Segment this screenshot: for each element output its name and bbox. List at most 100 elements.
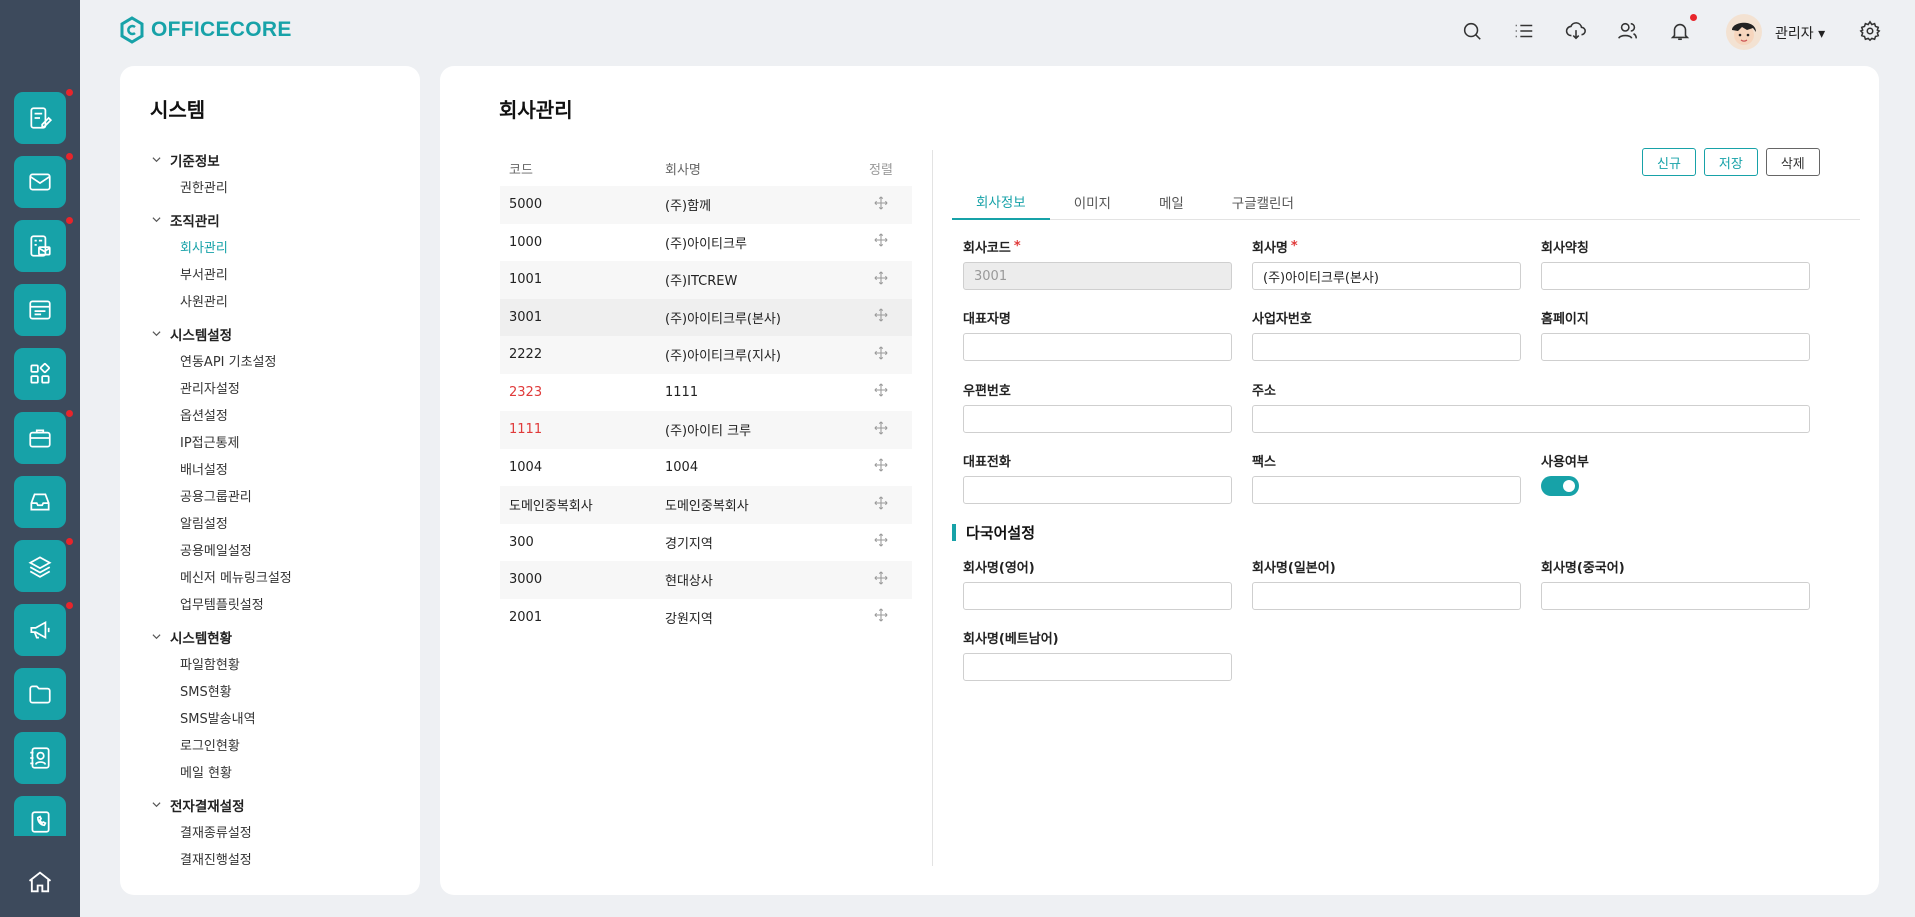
new-button[interactable]: 신규 xyxy=(1642,148,1696,176)
use-yn-toggle[interactable] xyxy=(1541,476,1579,496)
home-icon[interactable] xyxy=(22,864,58,900)
company-abbr-input[interactable] xyxy=(1541,262,1810,290)
sidebar-item-template[interactable]: 업무템플릿설정 xyxy=(150,590,292,617)
sidebar-item-sms-history[interactable]: SMS발송내역 xyxy=(150,704,292,731)
list-icon[interactable] xyxy=(1512,19,1536,43)
business-no-input[interactable] xyxy=(1252,333,1521,361)
table-row[interactable]: 3001 (주)아이티크루(본사) xyxy=(500,298,912,336)
table-row[interactable]: 1004 1004 xyxy=(500,449,912,487)
sidebar-item-department[interactable]: 부서관리 xyxy=(150,260,292,287)
cell-code: 1000 xyxy=(509,234,543,250)
name-ja-input[interactable] xyxy=(1252,582,1521,610)
avatar[interactable] xyxy=(1726,14,1762,50)
column-header-name[interactable]: 회사명 xyxy=(665,159,850,178)
layers-icon[interactable] xyxy=(14,540,66,592)
address-input[interactable] xyxy=(1252,405,1810,433)
table-row[interactable]: 3000 현대상사 xyxy=(500,561,912,599)
apps-icon[interactable] xyxy=(14,348,66,400)
tab-mail[interactable]: 메일 xyxy=(1135,184,1208,220)
user-menu[interactable]: 관리자 ▾ xyxy=(1775,23,1825,43)
folder-icon[interactable] xyxy=(14,668,66,720)
sidebar-item-api[interactable]: 연동API 기초설정 xyxy=(150,347,292,374)
table-body: 5000 (주)함께 1000 (주)아이티크루 1001 (주)ITCREW 3001 (주… xyxy=(500,186,912,636)
table-row[interactable]: 2001 강원지역 xyxy=(500,599,912,637)
table-row[interactable]: 1111 (주)아이티 크루 xyxy=(500,411,912,449)
sidebar-item-options[interactable]: 옵션설정 xyxy=(150,401,292,428)
name-zh-input[interactable] xyxy=(1541,582,1810,610)
table-row[interactable]: 5000 (주)함께 xyxy=(500,186,912,224)
move-icon[interactable] xyxy=(874,271,888,285)
move-icon[interactable] xyxy=(874,421,888,435)
table-row[interactable]: 도메인중복회사 도메인중복회사 xyxy=(500,486,912,524)
delete-button[interactable]: 삭제 xyxy=(1765,148,1820,176)
rail-badge xyxy=(66,153,73,160)
table-row[interactable]: 300 경기지역 xyxy=(500,524,912,562)
sidebar-item-employee[interactable]: 사원관리 xyxy=(150,287,292,314)
inbox-icon[interactable] xyxy=(14,476,66,528)
cloud-download-icon[interactable] xyxy=(1564,19,1588,43)
move-icon[interactable] xyxy=(874,496,888,510)
name-vi-input[interactable] xyxy=(963,653,1232,681)
homepage-input[interactable] xyxy=(1541,333,1810,361)
table-row[interactable]: 1000 (주)아이티크루 xyxy=(500,224,912,262)
sidebar-item-shared-mail[interactable]: 공용메일설정 xyxy=(150,536,292,563)
move-icon[interactable] xyxy=(874,458,888,472)
megaphone-icon[interactable] xyxy=(14,604,66,656)
mail-icon[interactable] xyxy=(14,156,66,208)
fax-input[interactable] xyxy=(1252,476,1521,504)
users-icon[interactable] xyxy=(1616,19,1640,43)
search-icon[interactable] xyxy=(1460,19,1484,43)
name-en-input[interactable] xyxy=(963,582,1232,610)
tab-image[interactable]: 이미지 xyxy=(1050,184,1135,220)
sidebar-item-banner[interactable]: 배너설정 xyxy=(150,455,292,482)
sidebar-group-settings[interactable]: 시스템설정 xyxy=(150,320,292,347)
sidebar-group-status[interactable]: 시스템현황 xyxy=(150,623,292,650)
contacts-icon[interactable] xyxy=(14,732,66,784)
table-row[interactable]: 2222 (주)아이티크루(지사) xyxy=(500,336,912,374)
move-icon[interactable] xyxy=(874,533,888,547)
company-name-input[interactable]: (주)아이티크루(본사) xyxy=(1252,262,1521,290)
sidebar-item-alert[interactable]: 알림설정 xyxy=(150,509,292,536)
sidebar-item-admin[interactable]: 관리자설정 xyxy=(150,374,292,401)
sidebar-item-permissions[interactable]: 권한관리 xyxy=(150,173,292,200)
cell-code: 1004 xyxy=(509,459,543,475)
cell-name: 1004 xyxy=(665,459,699,475)
sidebar-item-shared-group[interactable]: 공용그룹관리 xyxy=(150,482,292,509)
ceo-name-input[interactable] xyxy=(963,333,1232,361)
sidebar-item-approval-type[interactable]: 결재종류설정 xyxy=(150,818,292,845)
sidebar-group-approval[interactable]: 전자결재설정 xyxy=(150,791,292,818)
move-icon[interactable] xyxy=(874,233,888,247)
approval-icon[interactable] xyxy=(14,220,66,272)
move-icon[interactable] xyxy=(874,346,888,360)
tab-google-calendar[interactable]: 구글캘린더 xyxy=(1208,184,1318,220)
sidebar-item-approval-flow[interactable]: 결재진행설정 xyxy=(150,845,292,872)
sidebar-item-messenger-link[interactable]: 메신저 메뉴링크설정 xyxy=(150,563,292,590)
sidebar-item-company[interactable]: 회사관리 xyxy=(150,233,292,260)
sidebar-item-sms[interactable]: SMS현황 xyxy=(150,677,292,704)
column-header-sort[interactable]: 정렬 xyxy=(850,159,912,178)
sidebar-item-login[interactable]: 로그인현황 xyxy=(150,731,292,758)
move-icon[interactable] xyxy=(874,571,888,585)
briefcase-icon[interactable] xyxy=(14,412,66,464)
sidebar-group-org[interactable]: 조직관리 xyxy=(150,206,292,233)
table-row[interactable]: 2323 1111 xyxy=(500,374,912,412)
save-button[interactable]: 저장 xyxy=(1703,148,1758,176)
tab-company-info[interactable]: 회사정보 xyxy=(952,184,1050,220)
board-icon[interactable] xyxy=(14,284,66,336)
move-icon[interactable] xyxy=(874,308,888,322)
table-row[interactable]: 1001 (주)ITCREW xyxy=(500,261,912,299)
move-icon[interactable] xyxy=(874,196,888,210)
phone-input[interactable] xyxy=(963,476,1232,504)
sidebar-item-ip-control[interactable]: IP접근통제 xyxy=(150,428,292,455)
bell-icon[interactable] xyxy=(1668,19,1692,43)
move-icon[interactable] xyxy=(874,383,888,397)
gear-icon[interactable] xyxy=(1858,19,1882,43)
sidebar-group-basic[interactable]: 기준정보 xyxy=(150,146,292,173)
zipcode-input[interactable] xyxy=(963,405,1232,433)
brand-logo[interactable]: OFFICECORE xyxy=(119,16,292,44)
column-header-code[interactable]: 코드 xyxy=(500,159,665,178)
sidebar-item-filebox[interactable]: 파일함현황 xyxy=(150,650,292,677)
sidebar-item-mail-status[interactable]: 메일 현황 xyxy=(150,758,292,785)
move-icon[interactable] xyxy=(874,608,888,622)
edit-icon[interactable] xyxy=(14,92,66,144)
